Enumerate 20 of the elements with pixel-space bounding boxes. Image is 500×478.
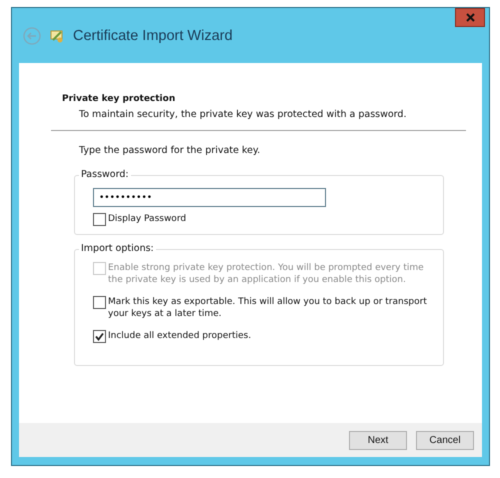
group-label: Password: [79,169,131,180]
close-icon [466,13,474,22]
checkbox-label: Enable strong private key protection. You will be prompted every time the private key is used by an application if you enable this option. [108,262,425,286]
checkbox-label: Display Password [108,213,188,225]
checkbox[interactable] [93,330,106,343]
checkmark-icon [95,332,104,341]
page-heading: Private key protection [62,94,176,104]
page-description: To maintain security, the private key was protected with a password. [79,109,408,120]
password-field[interactable]: •••••••••• [93,188,326,207]
instruction-text: Type the password for the private key. [79,145,262,156]
checkbox[interactable] [93,296,106,309]
cancel-button[interactable]: Cancel [416,430,474,450]
close-button[interactable] [455,8,485,27]
checkbox-label: Mark this key as exportable. This will allow you to back up or transport your keys at a later time. [108,296,428,320]
window-title: Certificate Import Wizard [73,28,233,44]
next-button[interactable]: Next [349,430,407,450]
checkbox-label: Include all extended properties. [108,330,252,342]
certificate-icon [49,28,65,44]
group-label: Import options: [79,243,156,254]
checkbox[interactable] [93,213,106,226]
